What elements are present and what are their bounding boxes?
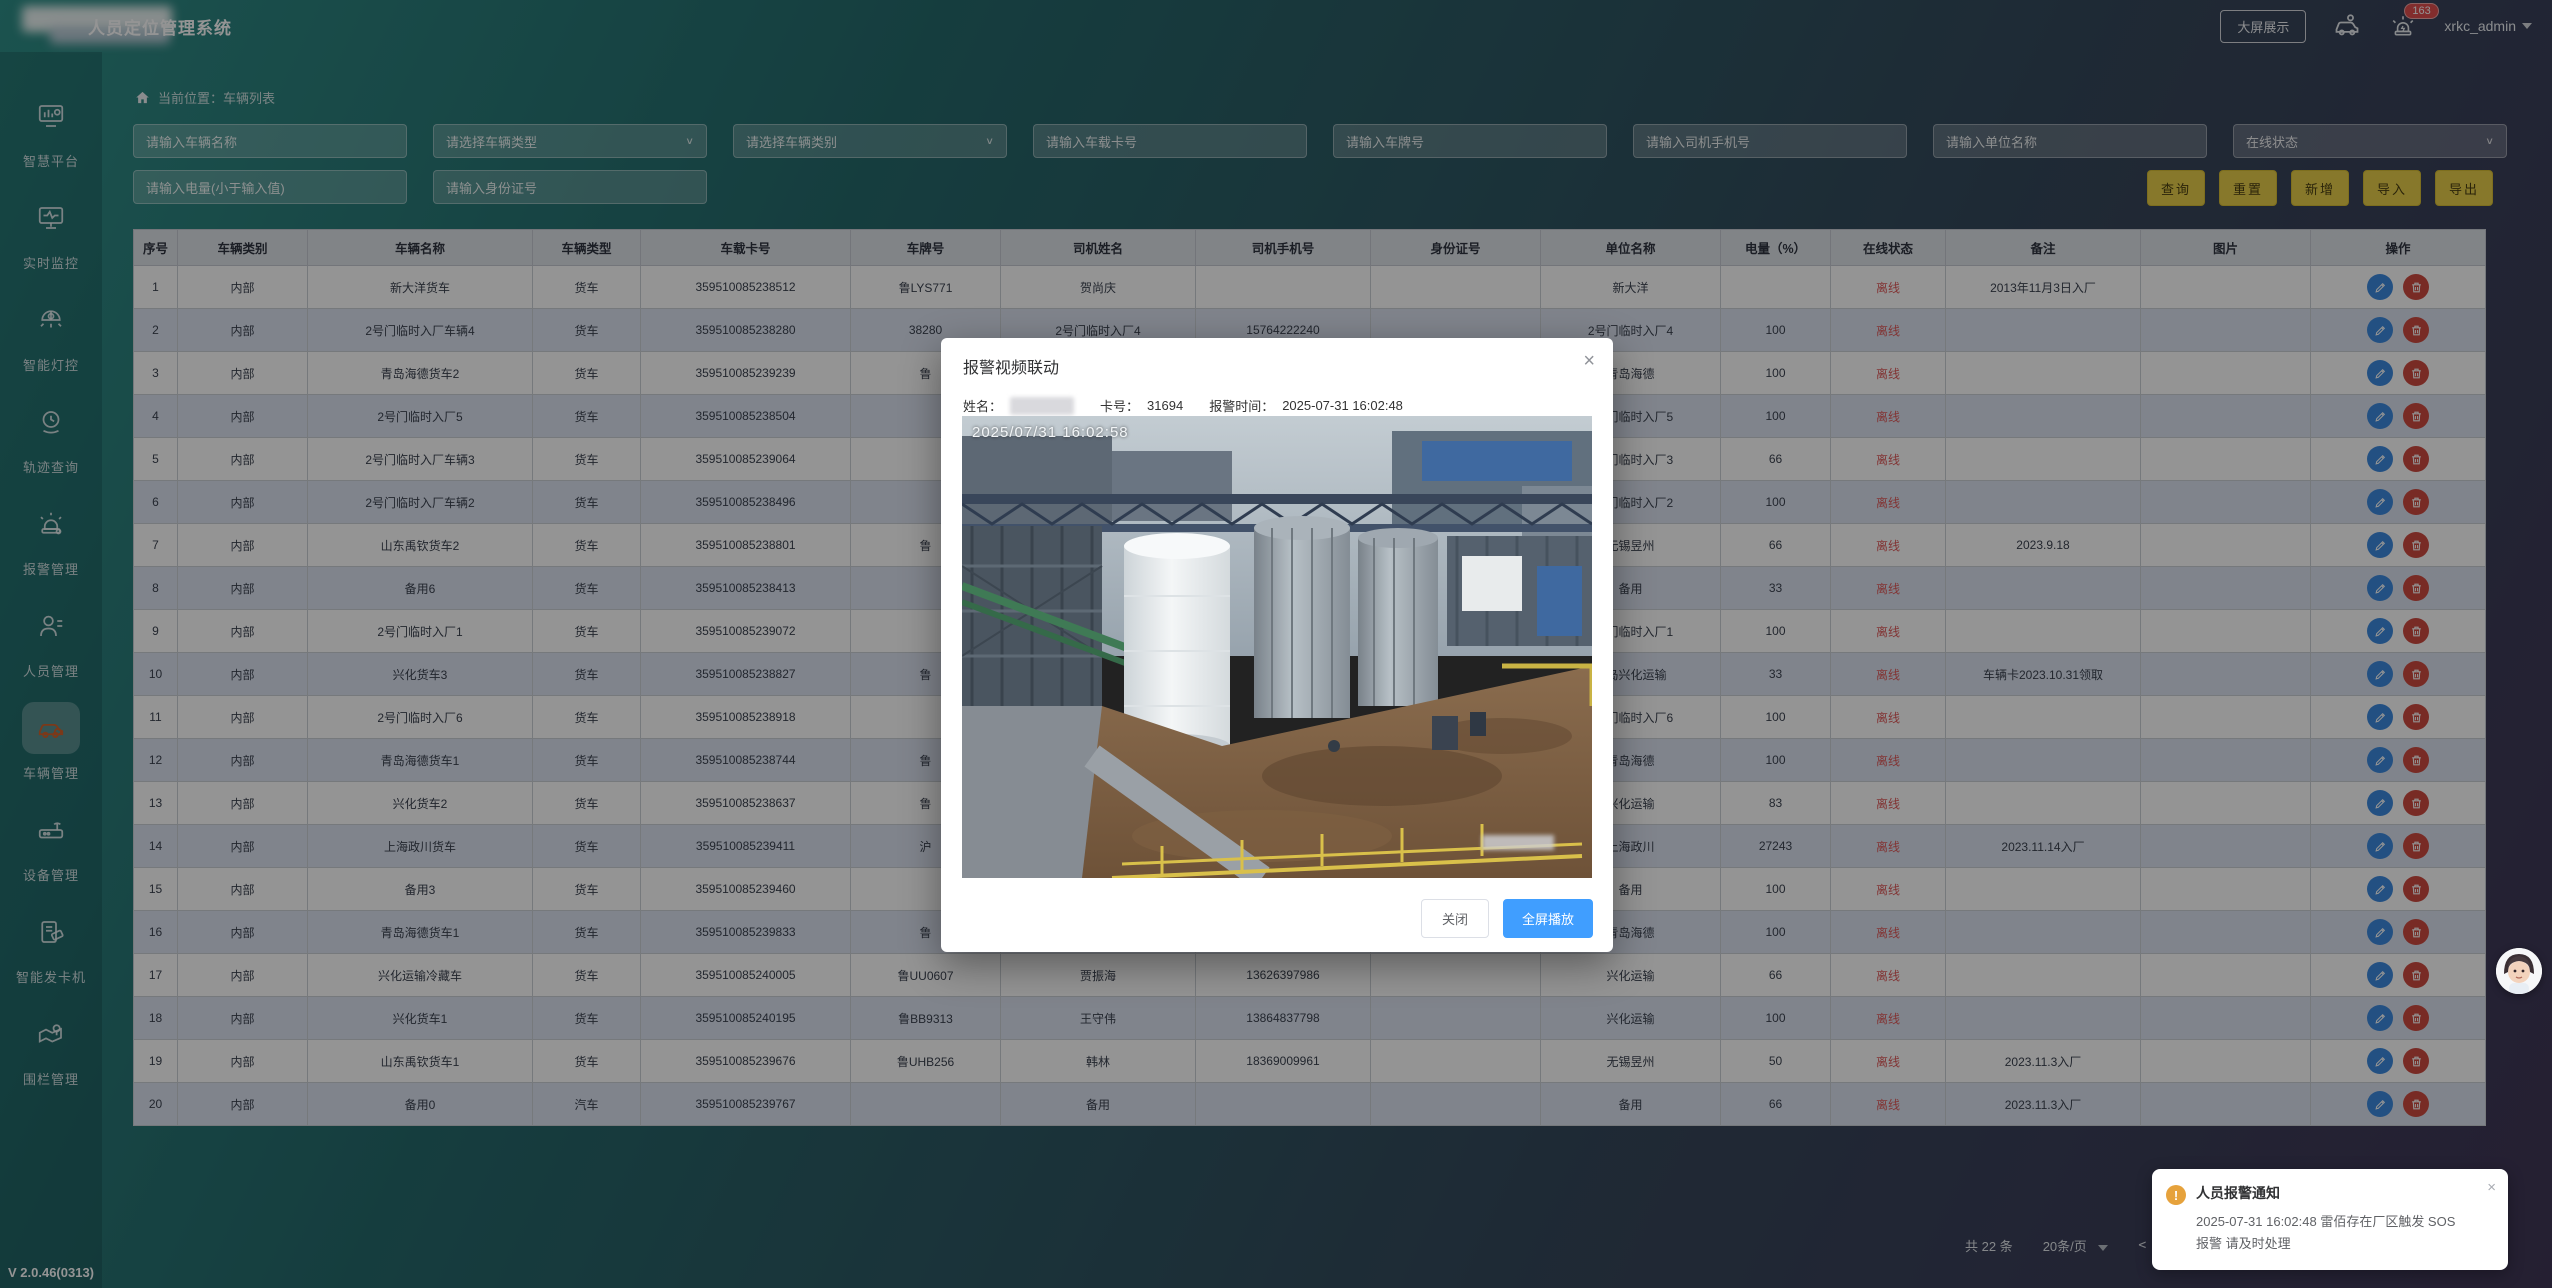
close-button[interactable]: 关闭 (1421, 899, 1489, 938)
app-root: 人员定位管理系统 大屏展示 163 xrkc_ad (0, 0, 2552, 1288)
close-icon[interactable]: × (2487, 1179, 2496, 1196)
toast-message: 2025-07-31 16:02:48 雷佰存在厂区触发 SOS报警 请及时处理 (2196, 1211, 2468, 1254)
alarm-time: 2025-07-31 16:02:48 (1282, 398, 1403, 413)
close-icon[interactable]: × (1583, 350, 1595, 373)
assistant-avatar[interactable] (2496, 948, 2542, 994)
video-timestamp: 2025/07/31 16:02:58 (972, 424, 1129, 441)
cctv-video-frame[interactable]: 2025/07/31 16:02:58 (962, 416, 1592, 878)
alarm-info-line: 姓名： 卡号： 31694 报警时间： 2025-07-31 16:02:48 (963, 396, 1403, 415)
redacted-name (1010, 397, 1074, 415)
alarm-toast: ! 人员报警通知 2025-07-31 16:02:48 雷佰存在厂区触发 SO… (2152, 1169, 2508, 1270)
alarm-video-modal: 报警视频联动 × 姓名： 卡号： 31694 报警时间： 2025-07-31 … (941, 338, 1613, 952)
redacted-watermark (1482, 835, 1554, 850)
modal-title: 报警视频联动 (963, 354, 1059, 378)
card-number: 31694 (1147, 398, 1183, 413)
plant-scene (962, 416, 1592, 878)
toast-title: 人员报警通知 (2196, 1183, 2468, 1203)
fullscreen-play-button[interactable]: 全屏播放 (1503, 899, 1593, 938)
warning-icon: ! (2166, 1185, 2186, 1205)
